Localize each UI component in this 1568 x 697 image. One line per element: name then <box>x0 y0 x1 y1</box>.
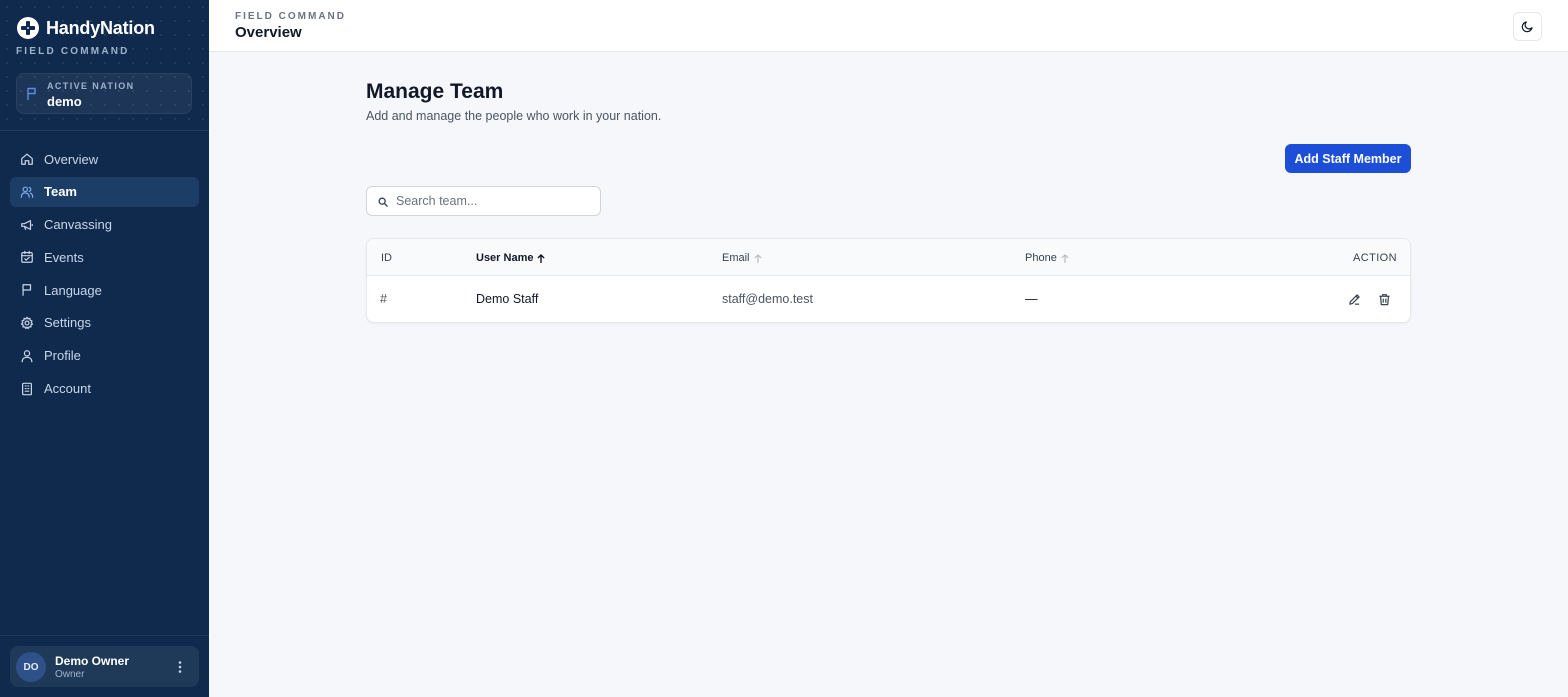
topbar: FIELD COMMAND Overview <box>209 0 1568 52</box>
user-icon <box>21 349 33 363</box>
active-nation-label: ACTIVE NATION <box>47 81 135 91</box>
sidebar-item-label: Language <box>44 282 102 298</box>
delete-button[interactable] <box>1376 291 1392 307</box>
user-role: Owner <box>55 669 85 680</box>
sidebar-divider <box>0 130 209 131</box>
sidebar-item-language[interactable]: Language <box>10 275 199 305</box>
active-nation-card[interactable]: ACTIVE NATION demo <box>16 73 192 114</box>
pencil-icon <box>1348 293 1360 305</box>
cell-email: staff@demo.test <box>722 292 813 306</box>
handynation-logo-icon <box>17 17 39 39</box>
header-title: Overview <box>235 24 302 41</box>
sidebar-item-account[interactable]: Account <box>10 374 199 404</box>
column-action: ACTION <box>1353 252 1397 264</box>
search-input[interactable] <box>396 187 596 215</box>
column-label: ID <box>381 252 392 264</box>
more-vertical-icon[interactable] <box>173 659 187 675</box>
sort-arrow-icon <box>754 253 761 263</box>
add-staff-member-button[interactable]: Add Staff Member <box>1285 144 1411 173</box>
sort-ascending-icon <box>538 253 545 263</box>
building-icon <box>22 382 32 395</box>
flag-icon <box>22 284 32 296</box>
table-row: # Demo Staff staff@demo.test — <box>367 276 1410 322</box>
edit-button[interactable] <box>1346 291 1362 307</box>
user-card[interactable]: DO Demo Owner Owner <box>10 646 199 687</box>
sort-arrow-icon <box>1061 253 1069 263</box>
sidebar: HandyNation FIELD COMMAND ACTIVE NATION … <box>0 0 209 697</box>
sidebar-nav: Overview Team Canvassing Events Language… <box>10 144 199 406</box>
cell-user-name: Demo Staff <box>476 292 539 306</box>
brand-subtitle: FIELD COMMAND <box>16 46 130 57</box>
sidebar-item-settings[interactable]: Settings <box>10 308 199 338</box>
sidebar-item-label: Canvassing <box>44 217 112 233</box>
cell-phone: — <box>1025 292 1038 306</box>
brand[interactable]: HandyNation <box>16 16 155 40</box>
home-icon <box>21 153 33 165</box>
search-box <box>366 186 601 216</box>
sidebar-item-canvassing[interactable]: Canvassing <box>10 210 199 240</box>
sidebar-item-overview[interactable]: Overview <box>10 144 199 174</box>
column-id: ID <box>381 252 392 264</box>
brand-name: HandyNation <box>46 17 155 38</box>
column-user-name[interactable]: User Name <box>476 252 545 264</box>
active-nation-value: demo <box>47 94 82 109</box>
gear-icon <box>20 316 34 330</box>
sidebar-item-events[interactable]: Events <box>10 242 199 272</box>
search-icon <box>378 197 388 207</box>
theme-toggle-button[interactable] <box>1513 12 1542 41</box>
column-label: Email <box>722 252 750 264</box>
page-title: Manage Team <box>366 80 504 103</box>
column-email[interactable]: Email <box>722 252 762 264</box>
trash-icon <box>1378 293 1390 305</box>
megaphone-icon <box>21 219 33 230</box>
avatar: DO <box>16 652 46 682</box>
column-label: Phone <box>1025 252 1057 264</box>
column-phone[interactable]: Phone <box>1025 252 1069 264</box>
team-table: ID User Name Email Phone ACTION # Demo S… <box>366 238 1411 323</box>
sidebar-divider <box>0 635 209 636</box>
calendar-icon <box>21 251 33 264</box>
users-icon <box>20 186 34 198</box>
header-eyebrow: FIELD COMMAND <box>235 11 346 22</box>
sidebar-item-team[interactable]: Team <box>10 176 199 207</box>
user-name: Demo Owner <box>55 654 130 668</box>
moon-icon <box>1521 21 1533 33</box>
sidebar-item-label: Team <box>44 184 77 200</box>
sidebar-item-label: Overview <box>44 151 99 167</box>
page-subtitle: Add and manage the people who work in yo… <box>366 109 662 123</box>
sidebar-item-label: Profile <box>44 348 81 364</box>
sidebar-item-label: Events <box>44 249 84 265</box>
column-label: User Name <box>476 252 534 264</box>
flag-icon <box>27 87 36 100</box>
sidebar-item-profile[interactable]: Profile <box>10 341 199 371</box>
cell-id: # <box>380 292 387 306</box>
column-label: ACTION <box>1353 252 1397 264</box>
sidebar-item-label: Settings <box>44 315 91 331</box>
sidebar-item-label: Account <box>44 381 91 397</box>
table-header: ID User Name Email Phone ACTION <box>367 239 1410 276</box>
